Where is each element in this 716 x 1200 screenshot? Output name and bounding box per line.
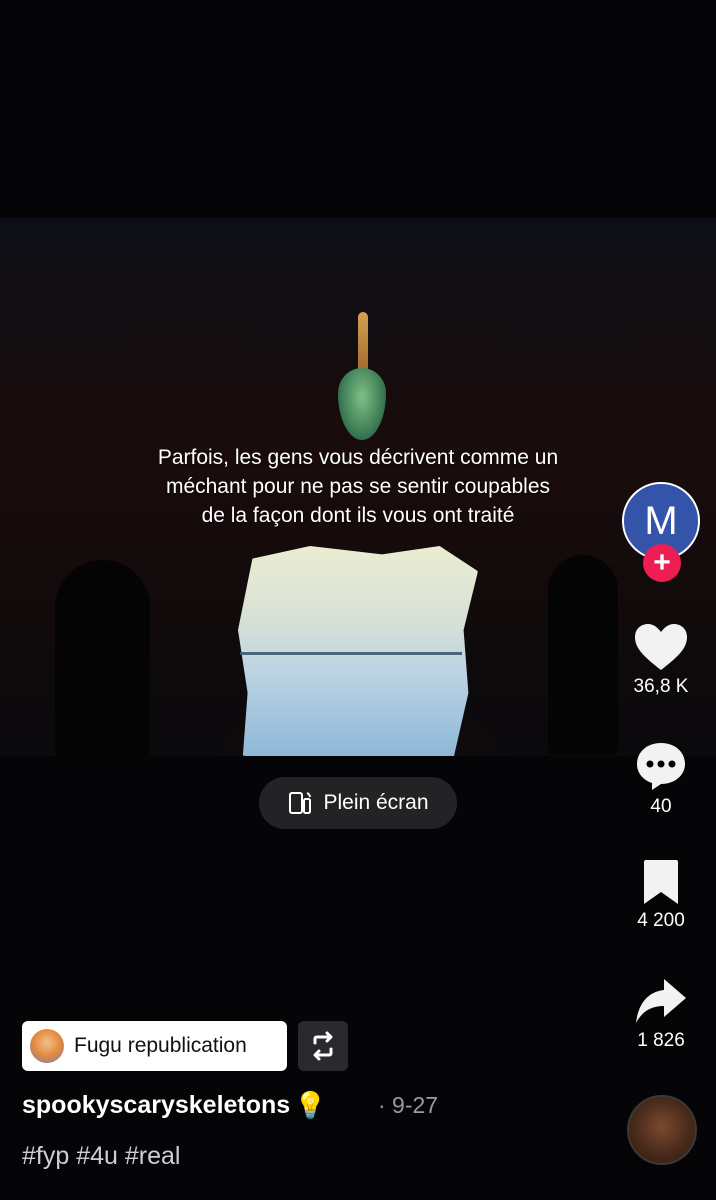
video-caption: Parfois, les gens vous décrivent comme u… [110, 443, 606, 530]
reposter-avatar [30, 1029, 64, 1063]
video-glass [238, 546, 478, 756]
like-count: 36,8 K [633, 676, 689, 697]
share-count: 1 826 [637, 1030, 685, 1051]
share-arrow-icon [636, 979, 686, 1023]
sound-disc-avatar[interactable] [627, 1095, 697, 1165]
video-silhouette-left [55, 560, 150, 756]
caption-line: Parfois, les gens vous décrivent comme u… [157, 446, 559, 469]
video-silhouette-right [548, 555, 618, 755]
comment-button[interactable]: 40 [611, 740, 711, 818]
follow-button[interactable]: + [643, 544, 681, 582]
repost-label: Fugu republication [74, 1034, 247, 1057]
caption-line: méchant pour ne pas se sentir coupables [165, 475, 551, 498]
video-drop [338, 368, 386, 440]
avatar-letter: M [644, 498, 678, 543]
plus-icon: + [653, 546, 671, 579]
username-text: spookyscaryskeletons [22, 1091, 291, 1119]
rotate-screen-icon [289, 792, 312, 814]
comment-bubble-icon [637, 743, 685, 790]
save-button[interactable]: 4 200 [611, 858, 711, 932]
save-count: 4 200 [637, 910, 685, 931]
fullscreen-button[interactable]: Plein écran [259, 777, 457, 829]
repost-icon [313, 1031, 333, 1061]
lightbulb-icon: 💡 [294, 1090, 327, 1120]
share-button[interactable]: 1 826 [611, 976, 711, 1052]
video-glass-line [240, 652, 462, 655]
caption-line: de la façon dont ils vous ont traité [201, 504, 515, 527]
fullscreen-label: Plein écran [323, 791, 429, 814]
like-button[interactable]: 36,8 K [611, 622, 711, 698]
heart-icon [635, 624, 687, 670]
post-hashtags[interactable]: #fyp #4u #real [22, 1142, 180, 1171]
repost-button[interactable] [298, 1021, 348, 1071]
post-date: · 9-27 [378, 1092, 439, 1118]
comment-count: 40 [650, 796, 672, 817]
repost-chip[interactable]: Fugu republication [22, 1021, 287, 1071]
post-username[interactable]: spookyscaryskeletons 💡 [22, 1090, 327, 1121]
bookmark-icon [644, 860, 678, 904]
